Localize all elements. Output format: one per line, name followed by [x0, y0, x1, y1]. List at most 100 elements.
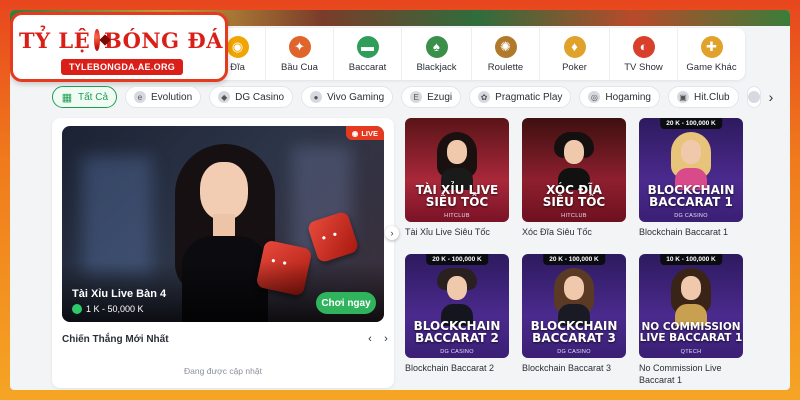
- game-card[interactable]: 10 K - 100,000 K NO COMMISSION LIVE BACCA…: [639, 254, 743, 386]
- winners-updating-text: Đang được cập nhật: [184, 366, 262, 376]
- logo-url: TYLEBONGDA.AE.ORG: [61, 59, 183, 75]
- game-card[interactable]: 20 K - 100,000 K BLOCKCHAIN BACCARAT 3 DG…: [522, 254, 626, 374]
- filter-label: Pragmatic Play: [495, 91, 563, 103]
- filter-more-partial[interactable]: [746, 86, 761, 108]
- category-label: Đĩa: [230, 61, 245, 73]
- filter-hogaming[interactable]: ◎ Hogaming: [579, 86, 660, 108]
- game-provider: DG CASINO: [557, 349, 591, 355]
- game-caption: BLOCKCHAIN BACCARAT 3: [530, 319, 618, 345]
- clover-icon: [72, 304, 82, 314]
- logo-title-right: BÓNG ĐÁ: [103, 27, 223, 53]
- logo-title: TỶ LỆ BÓNG ĐÁ: [19, 25, 223, 55]
- game-name: Xóc Đĩa Siêu Tốc: [522, 227, 592, 237]
- casino-lobby: ◉ Đĩa ✦ Bầu Cua ▬ Baccarat ♠ Blackjack ✺…: [10, 10, 790, 390]
- filter-evolution[interactable]: e Evolution: [125, 86, 202, 108]
- category-game-khac[interactable]: ✚ Game Khác: [678, 28, 745, 80]
- filter-label: Evolution: [151, 91, 193, 103]
- game-thumbnail: TÀI XỈU LIVE SIÊU TỐC HITCLUB: [405, 118, 509, 222]
- featured-bet-limit: 1 K - 50,000 K: [72, 304, 144, 314]
- latest-winners-title: Chiến Thắng Mới Nhất: [62, 334, 169, 345]
- game-name: Blockchain Baccarat 1: [639, 227, 729, 237]
- game-provider: HITCLUB: [444, 213, 470, 219]
- game-thumbnail: 20 K - 100,000 K BLOCKCHAIN BACCARAT 3 DG…: [522, 254, 626, 358]
- filter-label: Vivo Gaming: [327, 91, 385, 103]
- provider-filter-bar: ▦ Tất Cả e Evolution ◆ DG Casino ● Vivo …: [52, 85, 773, 109]
- category-label: Blackjack: [416, 61, 457, 73]
- category-poker[interactable]: ♦ Poker: [540, 28, 610, 80]
- category-tv-show[interactable]: ◐ TV Show: [610, 28, 678, 80]
- filter-all[interactable]: ▦ Tất Cả: [52, 86, 118, 108]
- game-caption: BLOCKCHAIN BACCARAT 2: [413, 319, 501, 345]
- category-label: Game Khác: [686, 61, 737, 73]
- evolution-logo-icon: e: [134, 91, 147, 103]
- live-badge: ◉ LIVE: [345, 126, 384, 140]
- category-blackjack[interactable]: ♠ Blackjack: [402, 28, 472, 80]
- game-thumbnail: 20 K - 100,000 K BLOCKCHAIN BACCARAT 2 DG…: [405, 254, 509, 358]
- filter-hit-club[interactable]: ▣ Hit.Club: [668, 86, 739, 108]
- game-card[interactable]: TÀI XỈU LIVE SIÊU TỐC HITCLUB Tài Xỉu Liv…: [405, 118, 509, 238]
- chevron-right-icon[interactable]: ›: [769, 86, 774, 108]
- live-badge-label: LIVE: [361, 128, 378, 138]
- filter-label: DG Casino: [235, 91, 285, 103]
- category-label: Poker: [562, 61, 587, 73]
- vivo-gaming-logo-icon: ●: [310, 91, 323, 103]
- baccarat-table-icon: ▬: [356, 35, 379, 58]
- game-name: Blockchain Baccarat 3: [522, 363, 612, 373]
- game-name: Blockchain Baccarat 2: [405, 363, 495, 373]
- dealer-figure: [671, 132, 711, 190]
- logo-title-left: TỶ LỆ: [19, 27, 91, 53]
- cards-icon: ♠: [425, 35, 448, 58]
- featured-game-title: Tài Xỉu Live Bàn 4: [72, 288, 167, 300]
- chevron-right-icon[interactable]: ›: [385, 226, 399, 240]
- category-label: Baccarat: [348, 61, 387, 73]
- game-grid: TÀI XỈU LIVE SIÊU TỐC HITCLUB Tài Xỉu Liv…: [405, 118, 750, 388]
- featured-game-image[interactable]: ◉ LIVE Tài Xỉu Live Bàn 4 1 K - 50,000 K…: [62, 126, 384, 322]
- chevron-right-icon[interactable]: ›: [380, 332, 392, 346]
- crab-icon: ✦: [288, 35, 311, 58]
- tv-show-icon: ◐: [632, 35, 655, 58]
- filter-dg-casino[interactable]: ◆ DG Casino: [209, 86, 294, 108]
- game-caption: BLOCKCHAIN BACCARAT 1: [647, 183, 735, 209]
- game-caption: NO COMMISSION LIVE BACCARAT 1: [639, 321, 743, 344]
- game-name: No Commission Live Baccarat 1: [639, 363, 722, 385]
- game-provider: QTECH: [680, 349, 702, 355]
- dg-casino-logo-icon: ◆: [218, 91, 231, 103]
- game-caption: TÀI XỈU LIVE SIÊU TỐC: [415, 183, 499, 209]
- game-thumbnail: 10 K - 100,000 K NO COMMISSION LIVE BACCA…: [639, 254, 743, 358]
- filter-vivo-gaming[interactable]: ● Vivo Gaming: [301, 86, 394, 108]
- dealer-figure: [671, 268, 711, 326]
- pragmatic-play-logo-icon: ✿: [478, 91, 491, 103]
- category-label: Roulette: [487, 61, 524, 73]
- filter-label: Hit.Club: [694, 91, 730, 103]
- category-label: Bầu Cua: [281, 61, 318, 73]
- filter-label: Ezugi: [427, 91, 453, 103]
- filter-pragmatic-play[interactable]: ✿ Pragmatic Play: [469, 86, 572, 108]
- bet-limit-badge: 10 K - 100,000 K: [660, 254, 722, 265]
- category-label: TV Show: [624, 61, 663, 73]
- filter-ezugi[interactable]: E Ezugi: [401, 86, 462, 108]
- game-card[interactable]: XÓC ĐĨA SIÊU TỐC HITCLUB Xóc Đĩa Siêu Tốc: [522, 118, 626, 238]
- game-card[interactable]: 20 K - 100,000 K BLOCKCHAIN BACCARAT 2 DG…: [405, 254, 509, 374]
- live-signal-icon: ◉: [351, 128, 359, 138]
- category-bar: ◉ Đĩa ✦ Bầu Cua ▬ Baccarat ♠ Blackjack ✺…: [210, 28, 745, 80]
- roulette-wheel-icon: ✺: [494, 35, 517, 58]
- bet-limit-badge: 20 K - 100,000 K: [660, 118, 722, 129]
- game-caption: XÓC ĐĨA SIÊU TỐC: [542, 183, 606, 209]
- dealer-figure: [554, 132, 594, 190]
- bet-limit-badge: 20 K - 100,000 K: [426, 254, 488, 265]
- hit-club-logo-icon: ▣: [677, 91, 689, 103]
- game-card[interactable]: 20 K - 100,000 K BLOCKCHAIN BACCARAT 1 DG…: [639, 118, 743, 238]
- filter-label: Tất Cả: [78, 91, 109, 103]
- game-provider: HITCLUB: [561, 213, 587, 219]
- play-now-button[interactable]: Chơi ngay: [316, 292, 376, 314]
- chevron-left-icon[interactable]: ‹: [364, 332, 376, 346]
- category-baccarat[interactable]: ▬ Baccarat: [334, 28, 402, 80]
- dealer-figure: [437, 132, 477, 190]
- hogaming-logo-icon: ◎: [588, 91, 601, 103]
- bet-limit-text: 1 K - 50,000 K: [86, 304, 144, 314]
- dealer-figure: [437, 268, 477, 326]
- category-bau-cua[interactable]: ✦ Bầu Cua: [266, 28, 334, 80]
- category-roulette[interactable]: ✺ Roulette: [472, 28, 540, 80]
- dealer-figure: [554, 268, 594, 326]
- site-logo[interactable]: TỶ LỆ BÓNG ĐÁ TYLEBONGDA.AE.ORG: [10, 12, 228, 82]
